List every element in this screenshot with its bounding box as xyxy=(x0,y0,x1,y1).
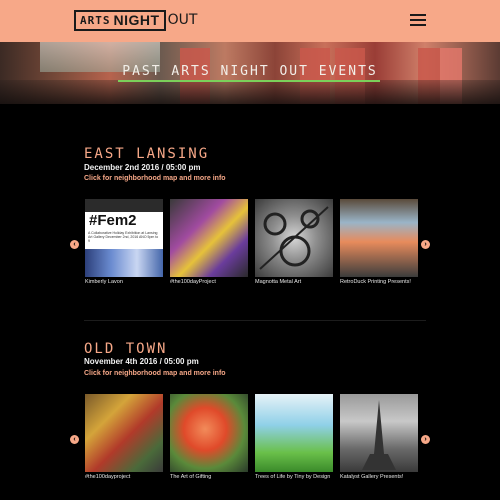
event-card-katalyst-gallery[interactable] xyxy=(340,394,418,472)
hamburger-menu-icon[interactable] xyxy=(410,14,426,26)
card-photo-bottom xyxy=(85,249,163,277)
logo-night-text: NIGHT xyxy=(113,12,160,28)
event-card-art-of-gifting[interactable] xyxy=(170,394,248,472)
event-card-100dayproject[interactable] xyxy=(85,394,163,472)
event-card-trees-of-life[interactable] xyxy=(255,394,333,472)
arts-night-out-logo[interactable]: ARTS NIGHT OUT xyxy=(74,9,198,31)
card-image-text: #Fem2 xyxy=(89,212,137,229)
event-date: November 4th 2016 / 05:00 pm xyxy=(84,357,199,366)
section-title-east-lansing: EAST LANSING xyxy=(84,146,210,162)
event-card-100dayproject[interactable] xyxy=(170,199,248,277)
logo-box: ARTS NIGHT xyxy=(74,9,166,31)
chevron-left-icon[interactable]: ‹ xyxy=(70,435,79,444)
card-label: #the100dayProject xyxy=(170,279,216,285)
event-card-magnotta-metal-art[interactable] xyxy=(255,199,333,277)
event-card-retroduck-printing[interactable] xyxy=(340,199,418,277)
card-label: Katalyst Gallery Presents! xyxy=(340,474,404,480)
card-label: The Art of Gifting xyxy=(170,474,212,480)
hero-photo-crowd xyxy=(0,80,500,104)
chevron-left-icon[interactable]: ‹ xyxy=(70,240,79,249)
title-underline xyxy=(118,80,380,82)
neighborhood-map-link[interactable]: Click for neighborhood map and more info xyxy=(84,175,226,182)
page-title: PAST ARTS NIGHT OUT EVENTS xyxy=(122,64,378,79)
neighborhood-map-link[interactable]: Click for neighborhood map and more info xyxy=(84,370,226,377)
card-label: Kimberly Lavon xyxy=(85,279,123,285)
card-photo-top xyxy=(85,199,163,212)
card-label: RetroDuck Printing Presents! xyxy=(340,279,411,285)
event-date: December 2nd 2016 / 05:00 pm xyxy=(84,163,201,172)
event-card-kimberly-lavon[interactable]: #Fem2 A Collaborative Holiday Exhibition… xyxy=(85,199,163,277)
top-navigation-bar: ARTS NIGHT OUT xyxy=(0,0,500,42)
card-label: Magnotta Metal Art xyxy=(255,279,302,285)
chevron-right-icon[interactable]: › xyxy=(421,435,430,444)
eiffel-tower-illustration xyxy=(362,400,396,470)
section-divider xyxy=(84,320,426,321)
card-image-caption: A Collaborative Holiday Exhibition at La… xyxy=(88,231,159,243)
section-title-old-town: OLD TOWN xyxy=(84,341,168,357)
card-label: #the100dayproject xyxy=(85,474,131,480)
card-label: Trees of Life by Tiny by Design xyxy=(255,474,331,480)
chevron-right-icon[interactable]: › xyxy=(421,240,430,249)
logo-arts-text: ARTS xyxy=(80,13,111,27)
logo-out-text: OUT xyxy=(167,12,198,28)
metal-art-illustration xyxy=(259,206,329,270)
